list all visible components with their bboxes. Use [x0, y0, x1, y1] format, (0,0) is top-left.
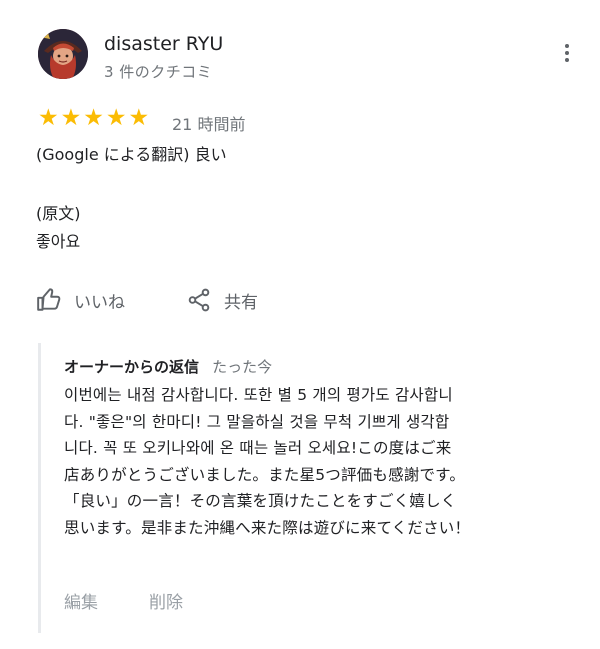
owner-reply-time: たった今	[212, 358, 273, 376]
reply-divider	[38, 343, 41, 633]
star-icon: ★	[105, 105, 127, 131]
like-button[interactable]: いいね	[36, 286, 125, 314]
review-time: 21 時間前	[172, 115, 246, 134]
owner-reply-text: 이번에는 내점 감사합니다. 또한 별 5 개의 평가도 감사합니 다. "좋은…	[64, 382, 584, 541]
edit-reply-button[interactable]: 編集	[64, 588, 98, 613]
like-label: いいね	[74, 292, 125, 313]
author-name[interactable]: disaster RYU	[104, 33, 223, 55]
star-icon: ★	[38, 105, 59, 131]
star-icon: ★	[128, 105, 150, 131]
reply-line: 思います。是非また沖縄へ来た際は遊びに来てください！	[64, 518, 471, 537]
star-rating: ★★★★★	[38, 106, 151, 130]
reply-line: 店ありがとうございました。また星5つ評価も感謝です。	[64, 465, 466, 484]
reply-line: 니다. 꼭 또 오키나와에 온 때는 놀러 오세요!この度はご来	[64, 439, 452, 457]
owner-reply-header: オーナーからの返信 たった今	[64, 356, 272, 377]
reply-line: 「良い」の一言！その言葉を頂けたことをすごく嬉しく	[64, 492, 457, 510]
translated-review-text: (Google による翻訳) 良い	[36, 145, 227, 164]
share-button[interactable]: 共有	[186, 286, 258, 314]
star-icon: ★	[83, 105, 104, 131]
owner-reply-title: オーナーからの返信	[64, 358, 200, 376]
review-count[interactable]: 3 件のクチコミ	[104, 61, 212, 82]
share-label: 共有	[224, 292, 258, 313]
avatar[interactable]	[38, 29, 88, 79]
delete-reply-button[interactable]: 削除	[149, 588, 183, 613]
more-vertical-icon[interactable]	[557, 42, 577, 68]
original-text-label: (原文)	[36, 204, 81, 223]
reply-line: 이번에는 내점 감사합니다. 또한 별 5 개의 평가도 감사합니	[64, 386, 453, 404]
original-review-text: 좋아요	[36, 232, 81, 251]
share-icon	[188, 288, 210, 312]
star-icon: ★	[60, 105, 82, 131]
thumbs-up-icon	[37, 288, 61, 311]
reply-line: 다. "좋은"의 한마디! 그 말을하실 것을 무척 기쁘게 생각합	[64, 412, 450, 431]
